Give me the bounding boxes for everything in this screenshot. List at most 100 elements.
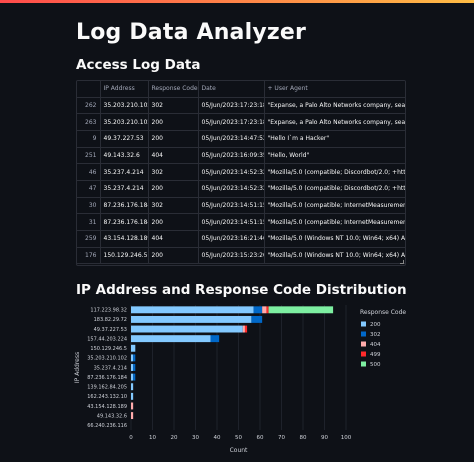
response-code-cell: 302	[148, 197, 199, 215]
resize-handle-icon[interactable]	[400, 260, 404, 264]
legend-title: Response Code	[360, 309, 406, 316]
ip-response-code-chart: 0 10 20 30 40 50 60 70 80 90 100 117.223.98.32 183.8…	[74, 305, 406, 454]
legend-item: 404	[370, 342, 381, 348]
bar-segment	[244, 325, 248, 333]
bar-segment	[131, 412, 134, 420]
chart-heading: IP Address and Response Code Distributio…	[76, 282, 407, 298]
bar-segment	[262, 306, 267, 314]
table-row[interactable]: 31 87.236.176.184 200 05/Jun/2023:14:51:15 "…	[77, 213, 405, 231]
access-log-table[interactable]: IP Address Response Code Date + User Age…	[76, 80, 406, 266]
column-header-user-agent[interactable]: + User Agent	[264, 81, 405, 98]
response-code-cell: 200	[148, 113, 199, 131]
bar-segment	[131, 306, 254, 314]
bar-segment	[133, 354, 136, 362]
ip-address-cell: 35.237.4.214	[100, 180, 149, 198]
ip-address-cell: 87.236.176.184	[100, 197, 149, 215]
date-cell: 05/Jun/2023:14:52:32	[198, 163, 265, 181]
bar-segment	[131, 354, 134, 362]
table-row[interactable]: 9 49.37.227.53 200 05/Jun/2023:14:47:52 "Hel…	[77, 130, 405, 148]
date-cell: 05/Jun/2023:16:09:35	[198, 147, 265, 165]
y-tick-label: 150.129.246.5	[90, 346, 127, 352]
legend-swatch	[361, 331, 366, 337]
bar-segment	[131, 364, 134, 371]
bar-segment	[253, 306, 263, 314]
x-axis-label: Count	[230, 447, 248, 454]
bar-segment	[133, 364, 136, 371]
row-index: 176	[77, 247, 101, 265]
row-index: 47	[77, 180, 101, 198]
date-cell: 05/Jun/2023:14:51:15	[198, 197, 265, 215]
user-agent-cell: "Mozilla/5.0 (compatible; Discordbot/2.0…	[264, 163, 405, 181]
table-row[interactable]: 176 150.129.246.5 200 05/Jun/2023:15:23:20 "…	[77, 247, 405, 265]
table-row[interactable]: 30 87.236.176.184 302 05/Jun/2023:14:51:15 "…	[77, 197, 405, 215]
y-tick-label: 139.162.84.205	[87, 385, 127, 391]
user-agent-cell: "Mozilla/5.0 (compatible; InternetMeasur…	[264, 197, 405, 215]
response-code-cell: 404	[148, 230, 199, 248]
legend-item: 200	[370, 322, 381, 328]
bar-segment	[131, 402, 134, 410]
response-code-cell: 302	[148, 97, 199, 115]
response-code-cell: 200	[148, 247, 199, 265]
ip-address-cell: 35.203.210.102	[100, 97, 149, 115]
bar-segment	[266, 306, 269, 314]
x-tick-label: 0	[129, 435, 133, 441]
legend-swatch	[361, 321, 366, 327]
response-code-cell: 200	[148, 213, 199, 231]
table-row[interactable]: 262 35.203.210.102 302 05/Jun/2023:17:23:18…	[77, 97, 405, 115]
bar-segment	[210, 335, 220, 343]
user-agent-cell: "Mozilla/5.0 (compatible; InternetMeasur…	[264, 213, 405, 231]
y-tick-label: 157.44.203.224	[87, 336, 127, 342]
ip-address-cell: 150.129.246.5	[100, 247, 149, 265]
table-row[interactable]: 47 35.237.4.214 200 05/Jun/2023:14:52:32 "Mo…	[77, 180, 405, 198]
ip-address-cell: 35.203.210.102	[100, 113, 149, 131]
x-tick-label: 100	[341, 435, 352, 441]
bar-segment	[131, 335, 211, 343]
row-index: 30	[77, 197, 101, 215]
column-header-response-code[interactable]: Response Code	[148, 81, 199, 98]
bar-segment	[251, 315, 263, 323]
column-header-date[interactable]: Date	[198, 81, 265, 98]
user-agent-cell: "Expanse, a Palo Alto Networks company, …	[264, 113, 405, 131]
user-agent-cell: "Hello, World"	[264, 147, 405, 165]
legend-swatch	[361, 361, 366, 367]
date-cell: 05/Jun/2023:14:52:32	[198, 180, 265, 198]
y-tick-label: 117.223.98.32	[90, 308, 127, 314]
row-index: 263	[77, 113, 101, 131]
legend-item: 500	[370, 362, 381, 368]
column-header-ip[interactable]: IP Address	[100, 81, 149, 98]
table-row[interactable]: 263 35.203.210.102 200 05/Jun/2023:17:23:18…	[77, 113, 405, 131]
date-cell: 05/Jun/2023:14:47:52	[198, 130, 265, 148]
table-row[interactable]: 251 49.143.32.6 404 05/Jun/2023:16:09:35 "He…	[77, 147, 405, 165]
response-code-cell: 200	[148, 130, 199, 148]
ip-address-cell: 49.143.32.6	[100, 147, 149, 165]
legend-swatch	[361, 341, 366, 347]
response-code-cell: 200	[148, 180, 199, 198]
table-row[interactable]: 259 43.154.128.189 404 05/Jun/2023:16:21:46…	[77, 230, 405, 248]
access-log-heading: Access Log Data	[76, 57, 201, 73]
x-tick-label: 70	[278, 435, 285, 441]
page-title: Log Data Analyzer	[76, 20, 307, 45]
row-index: 31	[77, 213, 101, 231]
y-tick-label: 35.203.210.102	[87, 356, 127, 362]
bar-segment	[131, 325, 243, 333]
legend-item: 302	[370, 332, 381, 338]
y-axis-label: IP Address	[74, 352, 81, 383]
column-header-index[interactable]	[77, 81, 101, 98]
bar-segment	[131, 392, 134, 400]
x-tick-label: 50	[235, 435, 242, 441]
date-cell: 05/Jun/2023:15:23:20	[198, 247, 265, 265]
user-agent-cell: "Mozilla/5.0 (compatible; Discordbot/2.0…	[264, 180, 405, 198]
x-tick-label: 60	[257, 435, 264, 441]
table-row[interactable]: 46 35.237.4.214 302 05/Jun/2023:14:52:32 "Mo…	[77, 163, 405, 181]
y-tick-label: 35.237.4.214	[94, 365, 127, 371]
row-index: 46	[77, 163, 101, 181]
ip-address-cell: 35.237.4.214	[100, 163, 149, 181]
legend-item: 499	[370, 352, 381, 358]
response-code-cell: 302	[148, 163, 199, 181]
y-tick-label: 183.82.29.72	[94, 317, 127, 323]
bar-segment	[242, 325, 245, 333]
bar-segment	[268, 306, 334, 314]
y-tick-label: 49.37.227.53	[94, 327, 127, 333]
y-tick-label: 162.243.132.10	[87, 394, 127, 400]
bar-segment	[131, 383, 134, 391]
